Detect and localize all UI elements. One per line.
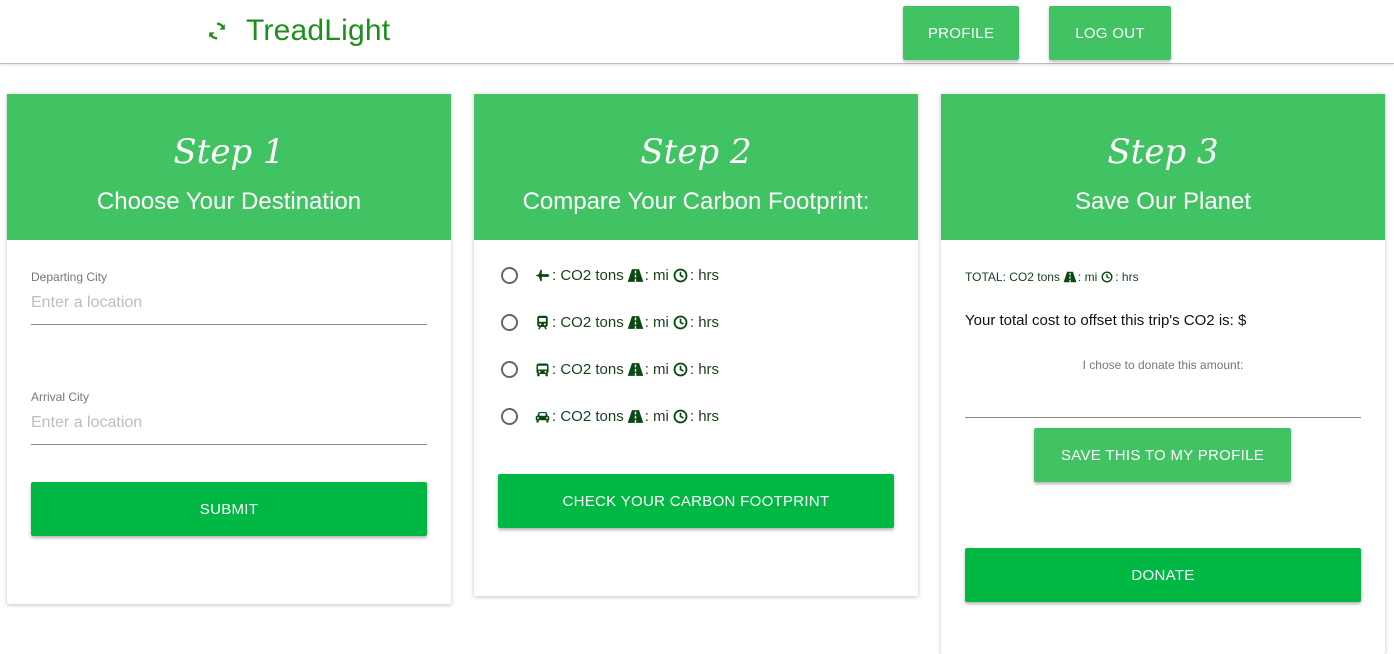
departing-city-input[interactable]: [31, 284, 427, 325]
step3-label: Step 3: [1107, 132, 1219, 172]
road-icon: [627, 315, 644, 330]
option-train[interactable]: : CO2 tons : mi : hrs: [501, 314, 719, 331]
step2-title: Compare Your Carbon Footprint:: [522, 188, 870, 215]
co2-text: : CO2 tons: [552, 267, 624, 284]
road-icon: [627, 409, 644, 424]
step2-label: Step 2: [640, 132, 752, 172]
clock-icon: [672, 268, 689, 283]
total-co2-text: TOTAL: CO2 tons: [965, 270, 1060, 284]
time-text: : hrs: [689, 314, 720, 331]
road-icon: [627, 268, 644, 283]
step3-card: Step 3 Save Our Planet TOTAL: CO2 tons :…: [941, 94, 1385, 654]
donate-amount-input[interactable]: [965, 376, 1361, 418]
road-icon: [627, 362, 644, 377]
step2-header: Step 2 Compare Your Carbon Footprint:: [474, 94, 918, 240]
refresh-icon: [208, 22, 226, 40]
plane-icon: [534, 268, 551, 283]
clock-icon: [672, 362, 689, 377]
arrival-city-input[interactable]: [31, 404, 427, 445]
distance-text: : mi: [644, 361, 669, 378]
arrival-field: Arrival City: [31, 390, 427, 445]
save-to-profile-button[interactable]: SAVE THIS TO MY PROFILE: [1034, 428, 1291, 482]
step1-header: Step 1 Choose Your Destination: [7, 94, 451, 240]
train-icon: [534, 315, 551, 330]
brand-name: TreadLight: [246, 14, 391, 47]
distance-text: : mi: [644, 314, 669, 331]
radio-bus[interactable]: [501, 361, 518, 378]
step3-title: Save Our Planet: [1074, 188, 1252, 215]
bus-icon: [534, 362, 551, 377]
step1-card: Step 1 Choose Your Destination Departing…: [7, 94, 451, 604]
profile-button[interactable]: PROFILE: [903, 6, 1019, 60]
step2-card: Step 2 Compare Your Carbon Footprint: : …: [474, 94, 918, 596]
time-text: : hrs: [689, 361, 720, 378]
distance-text: : mi: [644, 408, 669, 425]
step3-header: Step 3 Save Our Planet: [941, 94, 1385, 240]
total-distance-text: : mi: [1077, 270, 1098, 284]
step1-title: Choose Your Destination: [96, 188, 362, 215]
co2-text: : CO2 tons: [552, 314, 624, 331]
radio-plane[interactable]: [501, 267, 518, 284]
offset-cost-text: Your total cost to offset this trip's CO…: [965, 312, 1247, 329]
departing-field: Departing City: [31, 270, 427, 325]
car-icon: [534, 409, 551, 424]
time-text: : hrs: [689, 408, 720, 425]
clock-icon: [1100, 271, 1114, 283]
departing-label: Departing City: [31, 270, 108, 284]
road-icon: [1063, 271, 1077, 283]
time-text: : hrs: [689, 267, 720, 284]
top-navbar: TreadLight PROFILE LOG OUT: [0, 0, 1394, 64]
radio-car[interactable]: [501, 408, 518, 425]
clock-icon: [672, 409, 689, 424]
donate-amount-label: I chose to donate this amount:: [1082, 358, 1244, 372]
option-plane[interactable]: : CO2 tons : mi : hrs: [501, 267, 719, 284]
total-line: TOTAL: CO2 tons : mi : hrs: [965, 270, 1139, 284]
arrival-label: Arrival City: [31, 390, 90, 404]
distance-text: : mi: [644, 267, 669, 284]
total-time-text: : hrs: [1115, 270, 1139, 284]
logout-button[interactable]: LOG OUT: [1049, 6, 1171, 60]
co2-text: : CO2 tons: [552, 361, 624, 378]
radio-train[interactable]: [501, 314, 518, 331]
step1-label: Step 1: [173, 132, 285, 172]
submit-button[interactable]: SUBMIT: [31, 482, 427, 536]
brand[interactable]: TreadLight: [206, 14, 390, 48]
clock-icon: [672, 315, 689, 330]
donate-button[interactable]: DONATE: [965, 548, 1361, 602]
option-car[interactable]: : CO2 tons : mi : hrs: [501, 408, 719, 425]
check-footprint-button[interactable]: CHECK YOUR CARBON FOOTPRINT: [498, 474, 894, 528]
option-bus[interactable]: : CO2 tons : mi : hrs: [501, 361, 719, 378]
co2-text: : CO2 tons: [552, 408, 624, 425]
